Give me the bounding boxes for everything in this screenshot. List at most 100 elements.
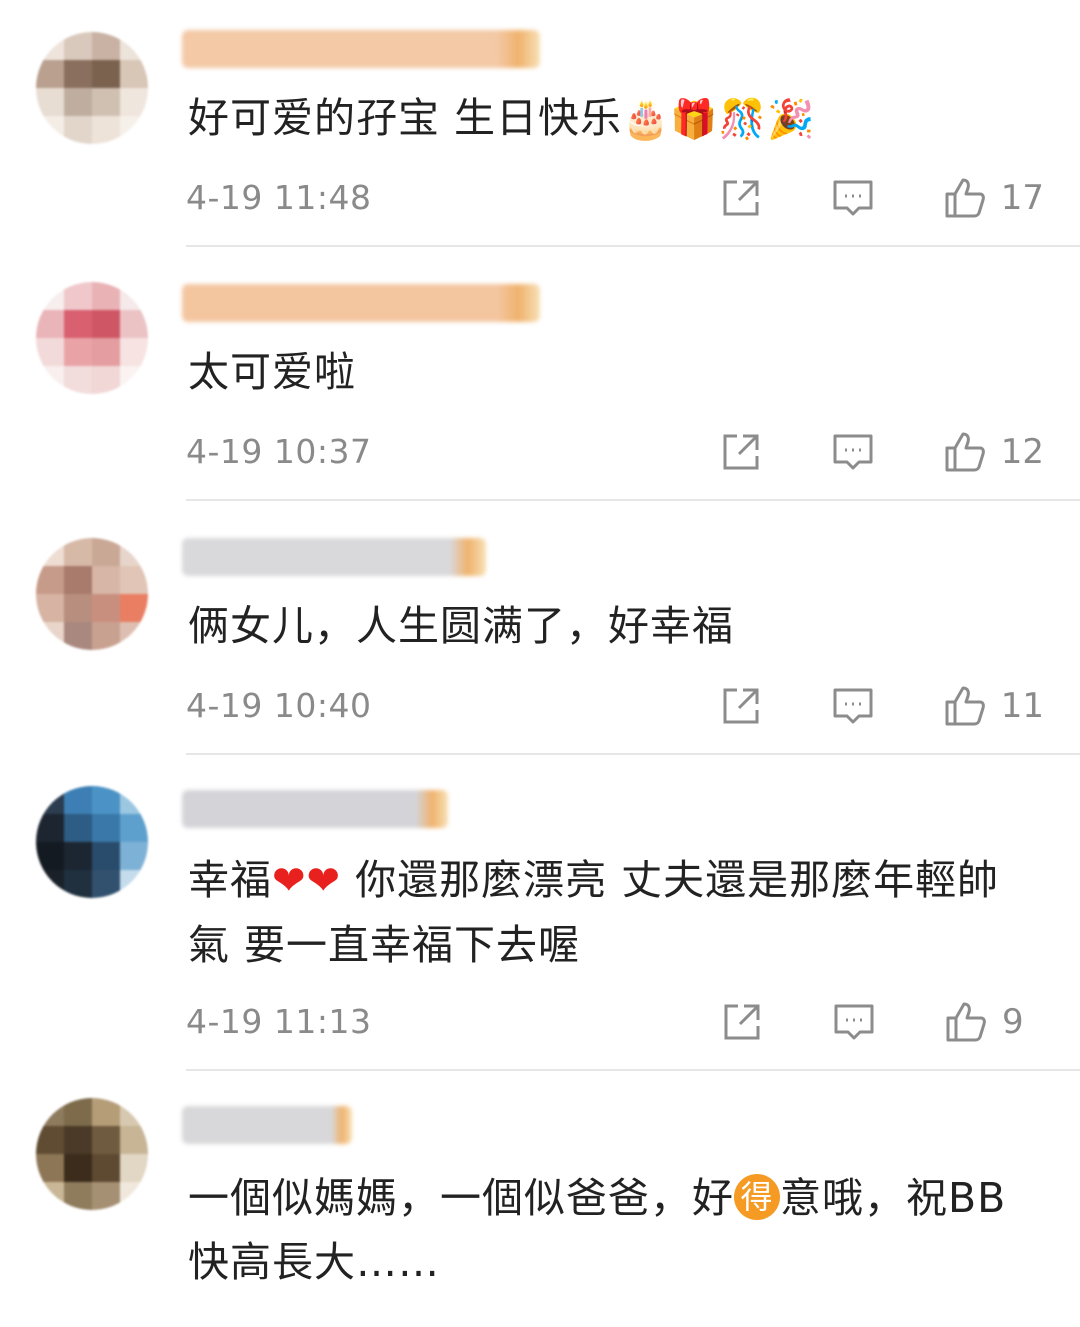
avatar[interactable] xyxy=(36,1098,148,1210)
avatar-pixel xyxy=(92,1154,120,1182)
avatar-pixel xyxy=(36,338,64,366)
avatar-pixel xyxy=(64,1182,92,1210)
avatar-pixel xyxy=(36,310,64,338)
avatar-pixel xyxy=(36,1182,64,1210)
comment-time: 4-19 10:40 xyxy=(186,686,372,725)
avatar-pixel xyxy=(120,88,148,116)
avatar-pixel xyxy=(120,622,148,650)
avatar-pixel xyxy=(64,88,92,116)
like-count: 11 xyxy=(1000,686,1044,726)
avatar-pixel xyxy=(92,1098,120,1126)
avatar-pixel xyxy=(120,842,148,870)
like-count: 17 xyxy=(1000,178,1044,218)
share-icon[interactable] xyxy=(719,176,763,220)
avatar-pixel xyxy=(64,622,92,650)
avatar-pixel xyxy=(36,566,64,594)
avatar-pixel xyxy=(64,594,92,622)
comment-icon[interactable] xyxy=(832,1000,876,1044)
avatar-pixel xyxy=(64,786,92,814)
avatar-pixel xyxy=(92,310,120,338)
share-icon[interactable] xyxy=(719,430,763,474)
avatar-pixel xyxy=(120,60,148,88)
avatar-pixel xyxy=(64,1126,92,1154)
avatar-pixel xyxy=(36,622,64,650)
username[interactable] xyxy=(182,790,448,828)
avatar-pixel xyxy=(36,282,64,310)
avatar-pixel xyxy=(36,116,64,144)
comment-actions: 12 xyxy=(719,430,1044,474)
share-icon[interactable] xyxy=(720,1000,764,1044)
avatar-pixel xyxy=(36,870,64,898)
avatar-pixel xyxy=(36,538,64,566)
avatar-pixel xyxy=(36,1126,64,1154)
comment-icon[interactable] xyxy=(831,176,875,220)
avatar-pixel xyxy=(92,622,120,650)
avatar-pixel xyxy=(92,366,120,394)
avatar-pixel xyxy=(36,1098,64,1126)
avatar-pixel xyxy=(120,310,148,338)
avatar-pixel xyxy=(92,814,120,842)
avatar[interactable] xyxy=(36,786,148,898)
emoji-badge: 得 xyxy=(734,1174,780,1220)
comment-icon[interactable] xyxy=(831,684,875,728)
thumbs-up-icon[interactable] xyxy=(943,176,987,220)
avatar-pixel xyxy=(120,32,148,60)
username[interactable] xyxy=(182,1106,352,1144)
share-icon[interactable] xyxy=(719,684,763,728)
thumbs-up-icon[interactable] xyxy=(944,1000,988,1044)
avatar-pixel xyxy=(64,282,92,310)
avatar[interactable] xyxy=(36,32,148,144)
comment-time: 4-19 11:48 xyxy=(186,178,372,217)
avatar-pixel xyxy=(92,870,120,898)
avatar[interactable] xyxy=(36,282,148,394)
avatar-pixel xyxy=(64,366,92,394)
avatar-pixel xyxy=(92,60,120,88)
divider xyxy=(186,499,1080,501)
comment-text: 俩女儿，人生圆满了，好幸福 xyxy=(188,602,734,650)
avatar-pixel xyxy=(36,366,64,394)
avatar-pixel xyxy=(64,338,92,366)
comment-text: 幸福❤❤ 你還那麼漂亮 丈夫還是那麼年輕帥氣 要一直幸福下去喔 xyxy=(188,856,1000,969)
comment-text: 太可爱啦 xyxy=(188,348,356,396)
like-count: 9 xyxy=(1002,1002,1024,1042)
avatar-pixel xyxy=(64,842,92,870)
avatar-pixel xyxy=(120,366,148,394)
avatar-pixel xyxy=(120,282,148,310)
username[interactable] xyxy=(182,30,540,68)
comment-actions: 17 xyxy=(719,176,1044,220)
avatar-pixel xyxy=(36,32,64,60)
avatar-pixel xyxy=(64,32,92,60)
avatar-pixel xyxy=(120,1098,148,1126)
avatar-pixel xyxy=(92,842,120,870)
divider xyxy=(186,753,1080,755)
avatar-pixel xyxy=(120,566,148,594)
like-count: 12 xyxy=(1000,432,1044,472)
avatar-pixel xyxy=(120,538,148,566)
comment-icon[interactable] xyxy=(831,430,875,474)
avatar-pixel xyxy=(92,116,120,144)
avatar-pixel xyxy=(92,594,120,622)
avatar[interactable] xyxy=(36,538,148,650)
avatar-pixel xyxy=(64,814,92,842)
comment-actions: 11 xyxy=(719,684,1044,728)
divider xyxy=(186,245,1080,247)
comment-time: 4-19 11:13 xyxy=(186,1002,372,1041)
avatar-pixel xyxy=(120,786,148,814)
comment-text: 好可爱的孖宝 生日快乐🎂🎁🎊🎉 xyxy=(188,94,816,142)
thumbs-up-icon[interactable] xyxy=(943,684,987,728)
username[interactable] xyxy=(182,284,540,322)
avatar-pixel xyxy=(120,1126,148,1154)
avatar-pixel xyxy=(92,32,120,60)
avatar-pixel xyxy=(92,1126,120,1154)
avatar-pixel xyxy=(120,594,148,622)
avatar-pixel xyxy=(64,538,92,566)
avatar-pixel xyxy=(64,116,92,144)
avatar-pixel xyxy=(64,870,92,898)
avatar-pixel xyxy=(64,60,92,88)
username[interactable] xyxy=(182,538,486,576)
avatar-pixel xyxy=(36,814,64,842)
comment-time: 4-19 10:37 xyxy=(186,432,372,471)
divider xyxy=(186,1069,1080,1071)
avatar-pixel xyxy=(120,116,148,144)
thumbs-up-icon[interactable] xyxy=(943,430,987,474)
